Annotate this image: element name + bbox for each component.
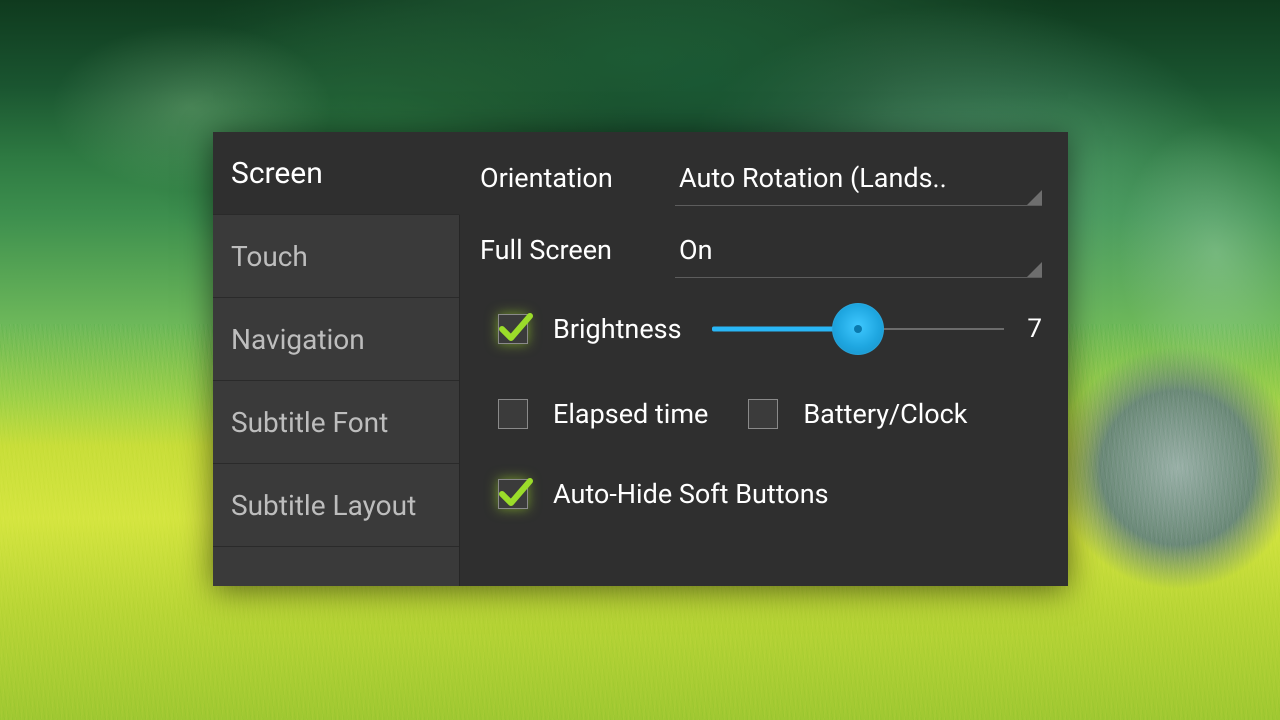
settings-dialog: Screen Touch Navigation Subtitle Font Su…	[213, 132, 1068, 586]
battery-checkbox[interactable]	[748, 399, 778, 429]
elapsed-checkbox[interactable]	[498, 399, 528, 429]
elapsed-label: Elapsed time	[553, 398, 708, 430]
orientation-row: Orientation Auto Rotation (Lands..	[480, 142, 1042, 214]
checkmark-icon	[497, 475, 533, 511]
battery-label: Battery/Clock	[803, 398, 967, 430]
settings-content: Orientation Auto Rotation (Lands.. Full …	[460, 132, 1068, 586]
autohide-label: Auto-Hide Soft Buttons	[553, 478, 829, 510]
tab-navigation[interactable]: Navigation	[213, 298, 459, 381]
osd-row: Elapsed time Battery/Clock	[498, 371, 1042, 456]
fullscreen-row: Full Screen On	[480, 214, 1042, 286]
settings-tabs: Screen Touch Navigation Subtitle Font Su…	[213, 132, 460, 586]
elapsed-group: Elapsed time	[498, 398, 708, 430]
tab-screen[interactable]: Screen	[213, 132, 460, 215]
battery-group: Battery/Clock	[748, 398, 967, 430]
brightness-row: Brightness 7	[498, 286, 1042, 371]
autohide-row: Auto-Hide Soft Buttons	[498, 456, 1042, 531]
tab-subtitle-layout[interactable]: Subtitle Layout	[213, 464, 459, 547]
brightness-slider[interactable]	[712, 311, 1004, 347]
autohide-checkbox[interactable]	[498, 479, 528, 509]
orientation-label: Orientation	[480, 162, 675, 194]
fullscreen-spinner[interactable]: On	[675, 222, 1042, 278]
orientation-spinner[interactable]: Auto Rotation (Lands..	[675, 150, 1042, 206]
brightness-label: Brightness	[553, 313, 682, 345]
checkmark-icon	[497, 310, 533, 346]
brightness-value: 7	[1022, 314, 1042, 344]
slider-thumb[interactable]	[832, 303, 884, 355]
brightness-checkbox[interactable]	[498, 314, 528, 344]
tab-touch[interactable]: Touch	[213, 215, 459, 298]
fullscreen-label: Full Screen	[480, 234, 675, 266]
tab-subtitle-font[interactable]: Subtitle Font	[213, 381, 459, 464]
